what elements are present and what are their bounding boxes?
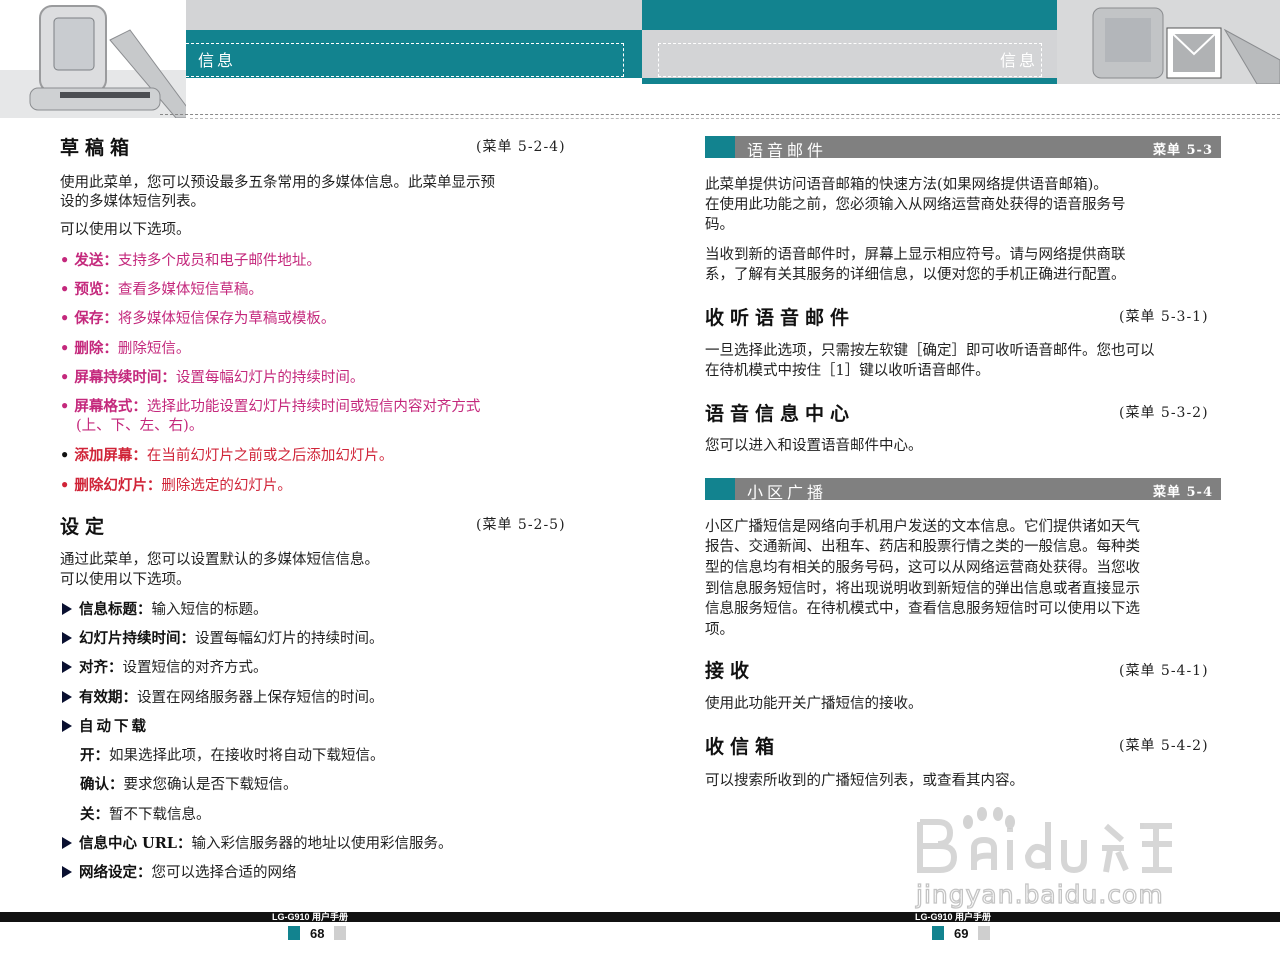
section-bar-menu-code: 菜单 5-3 [1152, 143, 1213, 158]
header-dashed-rule [160, 114, 1280, 115]
voicemail-line3: 码。 [705, 217, 734, 233]
voice-center-line: 您可以进入和设置语音邮件中心。 [705, 438, 923, 454]
header-band-grey-left [186, 0, 642, 30]
header-dashed-rule-2 [190, 118, 1280, 119]
auto-download-confirm: 确认：要求您确认是否下载短信。 [80, 776, 298, 793]
listen-line1: 一旦选择此选项，只需按左软键［确定］即可收听语音邮件。您也可以 [705, 343, 1155, 359]
arrow-bullet-icon [62, 837, 72, 849]
footer-manual-left: LG-G910 用户手册 [272, 912, 349, 922]
menu-code-inbox: (菜单 5-4-2) [1119, 738, 1209, 754]
drafts-intro-line1: 使用此菜单，您可以预设最多五条常用的多媒体信息。此菜单显示预 [60, 175, 495, 191]
listen-line2: 在待机模式中按住［1］键以收听语音邮件。 [705, 363, 990, 379]
arrow-bullet-icon [62, 866, 72, 878]
section-bar-title: 小区广播 [747, 483, 828, 502]
section-bar-voicemail: 语音邮件 菜单 5-3 [705, 136, 1221, 160]
drafts-option-screen-format-cont: (上、下、左、右)。 [76, 418, 204, 434]
cb-line6: 项。 [705, 622, 734, 638]
section-bar-accent [705, 136, 735, 158]
page-number-left: 68 [310, 926, 325, 941]
footer-bar [0, 912, 1280, 922]
baidu-jingyan-watermark: jingyan.baidu.com [910, 800, 1210, 915]
section-bar-accent [705, 478, 735, 500]
section-title-inbox: 收信箱 [705, 736, 781, 758]
cb-line1: 小区广播短信是网络向手机用户发送的文本信息。它们提供诸如天气 [705, 519, 1140, 535]
header-title-left: 信息 [198, 51, 237, 70]
menu-code-settings: (菜单 5-2-5) [476, 517, 566, 533]
section-title-listen: 收听语音邮件 [705, 307, 856, 329]
auto-download-off: 关：暂不下载信息。 [80, 806, 211, 823]
page-marker-teal-left [288, 926, 300, 940]
inbox-line: 可以搜索所收到的广播短信列表，或查看其内容。 [705, 773, 1024, 789]
drafts-option-add-screen: • 添加屏幕：在当前幻灯片之前或之后添加幻灯片。 [60, 447, 394, 464]
drafts-option-screen-duration: • 屏幕持续时间：设置每幅幻灯片的持续时间。 [60, 369, 365, 386]
settings-item-slide-duration: 幻灯片持续时间：设置每幅幻灯片的持续时间。 [62, 628, 384, 650]
header-band-teal-right [642, 0, 1057, 30]
settings-item-validity: 有效期：设置在网络服务器上保存短信的时间。 [62, 687, 384, 709]
menu-code-drafts: (菜单 5-2-4) [476, 139, 566, 155]
header-dashed-frame-right [658, 43, 1042, 77]
drafts-option-delete: • 删除：删除短信。 [60, 340, 191, 357]
section-bar-menu-code: 菜单 5-4 [1152, 485, 1213, 500]
drafts-option-screen-format: • 屏幕格式：选择此功能设置幻灯片持续时间或短信内容对齐方式 [60, 398, 481, 415]
section-bar-title: 语音邮件 [747, 141, 828, 160]
settings-item-auto-download: 自动下载 [62, 716, 149, 738]
cb-line4: 到信息服务短信时，将出现说明收到新短信的弹出信息或者直接显示 [705, 581, 1140, 597]
voicemail-line5: 系，了解有关其服务的详细信息，以便对您的手机正确进行配置。 [705, 267, 1126, 283]
watermark-url-text: jingyan.baidu.com [915, 880, 1164, 909]
footer-manual-right: LG-G910 用户手册 [915, 912, 992, 922]
drafts-option-delete-slide: • 删除幻灯片：删除选定的幻灯片。 [60, 477, 292, 494]
drafts-option-send: • 发送：支持多个成员和电子邮件地址。 [60, 252, 321, 269]
drafts-intro-line2: 设的多媒体短信列表。 [60, 194, 205, 210]
phone-image-left [0, 0, 196, 119]
section-title-drafts: 草稿箱 [60, 137, 136, 159]
arrow-bullet-icon [62, 603, 72, 615]
page-marker-grey-right [978, 926, 990, 940]
arrow-bullet-icon [62, 661, 72, 673]
arrow-bullet-icon [62, 720, 72, 732]
drafts-option-save: • 保存：将多媒体短信保存为草稿或模板。 [60, 310, 336, 327]
voicemail-line2: 在使用此功能之前，您必须输入从网络运营商处获得的语音服务号 [705, 197, 1126, 213]
arrow-bullet-icon [62, 691, 72, 703]
settings-item-message-title: 信息标题：输入短信的标题。 [62, 599, 268, 621]
settings-intro-line2: 可以使用以下选项。 [60, 572, 191, 588]
arrow-bullet-icon [62, 632, 72, 644]
menu-code-listen: (菜单 5-3-1) [1119, 309, 1209, 325]
drafts-option-preview: • 预览：查看多媒体短信草稿。 [60, 281, 263, 298]
header-title-right: 信息 [1000, 51, 1039, 70]
page-marker-grey-left [334, 926, 346, 940]
page-marker-teal-right [932, 926, 944, 940]
auto-download-on: 开：如果选择此项，在接收时将自动下载短信。 [80, 747, 385, 764]
header-underline-right [642, 78, 1057, 84]
settings-item-network: 网络设定：您可以选择合适的网络 [62, 862, 297, 884]
settings-item-center-url: 信息中心 URL：输入彩信服务器的地址以使用彩信服务。 [62, 833, 452, 855]
receive-line: 使用此功能开关广播短信的接收。 [705, 696, 923, 712]
header-dashed-frame-left [186, 43, 624, 77]
voicemail-line4: 当收到新的语音邮件时，屏幕上显示相应符号。请与网络提供商联 [705, 247, 1126, 263]
settings-item-alignment: 对齐：设置短信的对齐方式。 [62, 657, 268, 679]
phone-message-image-right [1057, 0, 1280, 85]
page-number-right: 69 [954, 926, 969, 941]
drafts-options-intro: 可以使用以下选项。 [60, 222, 191, 238]
cb-line3: 型的信息均有相关的服务号码，这可以从网络运营商处获得。当您收 [705, 560, 1140, 576]
menu-code-receive: (菜单 5-4-1) [1119, 663, 1209, 679]
section-title-settings: 设定 [60, 516, 111, 538]
cb-line5: 信息服务短信。在待机模式中，查看信息服务短信时可以使用以下选 [705, 601, 1140, 617]
settings-intro-line1: 通过此菜单，您可以设置默认的多媒体短信信息。 [60, 552, 379, 568]
section-bar-cell-broadcast: 小区广播 菜单 5-4 [705, 478, 1221, 502]
voicemail-line1: 此菜单提供访问语音邮箱的快速方法(如果网络提供语音邮箱)。 [705, 177, 1108, 193]
menu-code-voice-center: (菜单 5-3-2) [1119, 405, 1209, 421]
section-title-voice-center: 语音信息中心 [705, 403, 856, 425]
section-title-receive: 接收 [705, 660, 756, 682]
cb-line2: 报告、交通新闻、出租车、药店和股票行情之类的一般信息。每种类 [705, 539, 1140, 555]
